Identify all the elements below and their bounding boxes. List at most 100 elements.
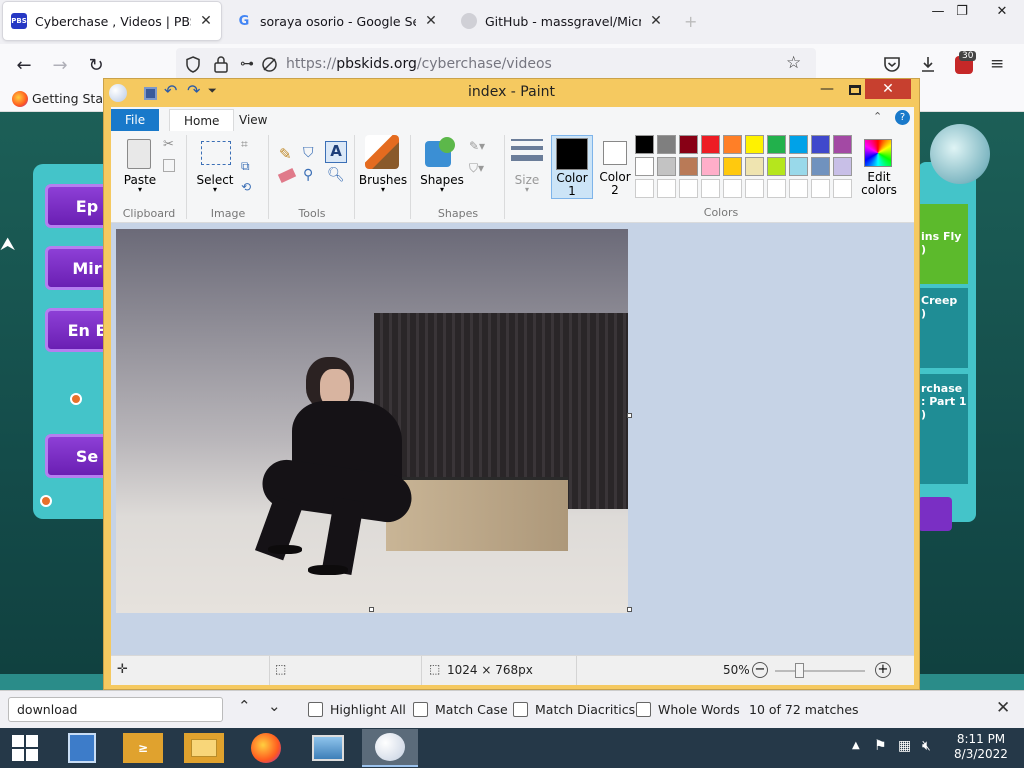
lock-icon[interactable] <box>214 55 228 73</box>
palette-swatch[interactable] <box>767 157 786 176</box>
paint-maximize-icon[interactable] <box>849 85 861 95</box>
color2-button[interactable]: Color 2 <box>595 135 637 199</box>
palette-swatch[interactable] <box>723 179 742 198</box>
close-find-bar-icon[interactable]: ✕ <box>996 698 1010 718</box>
taskbar-firefox[interactable] <box>238 729 294 767</box>
palette-swatch[interactable] <box>723 135 742 154</box>
find-previous-icon[interactable]: ⌃ <box>238 697 251 715</box>
palette-swatch[interactable] <box>657 135 676 154</box>
fill-icon[interactable]: ⛉▾ <box>469 161 484 176</box>
match-diacritics-checkbox[interactable]: Match Diacritics <box>513 702 635 717</box>
palette-swatch[interactable] <box>789 135 808 154</box>
copy-icon[interactable] <box>163 159 175 172</box>
magnifier-icon[interactable]: 🔍︎ <box>327 167 345 183</box>
help-icon[interactable]: ? <box>895 110 910 125</box>
highlight-all-checkbox[interactable]: Highlight All <box>308 702 406 717</box>
palette-swatch[interactable] <box>811 179 830 198</box>
video-card-title[interactable]: rchase : Part 1 ) <box>918 374 968 484</box>
palette-swatch[interactable] <box>745 135 764 154</box>
tab-github[interactable]: GitHub - massgravel/Microsoft- ✕ <box>453 2 671 40</box>
taskbar-server-manager[interactable] <box>54 729 110 767</box>
palette-swatch[interactable] <box>767 179 786 198</box>
action-center-flag-icon[interactable]: ⚑ <box>874 738 887 754</box>
permissions-icon[interactable]: ⊶ <box>240 56 254 72</box>
video-card-title[interactable]: ins Fly ) <box>918 204 968 284</box>
network-icon[interactable]: ▦ <box>898 738 911 754</box>
menu-icon[interactable]: ≡ <box>990 54 1004 74</box>
zoom-in-icon[interactable]: + <box>875 662 891 678</box>
outline-icon[interactable]: ✎▾ <box>469 139 485 153</box>
forward-arrow-icon[interactable]: → <box>47 52 73 78</box>
downloads-icon[interactable] <box>919 55 937 73</box>
palette-swatch[interactable] <box>833 179 852 198</box>
size-button[interactable]: Size ▾ <box>505 131 549 223</box>
volume-muted-icon[interactable]: 🔇︎ <box>922 738 931 754</box>
palette-swatch[interactable] <box>745 157 764 176</box>
select-button[interactable]: Select ▾ <box>193 135 237 197</box>
resize-handle[interactable] <box>627 607 632 612</box>
palette-swatch[interactable] <box>767 135 786 154</box>
color1-button[interactable]: Color 1 <box>551 135 593 199</box>
palette-swatch[interactable] <box>635 135 654 154</box>
palette-swatch[interactable] <box>679 179 698 198</box>
palette-swatch[interactable] <box>811 135 830 154</box>
resize-icon[interactable]: ⧉ <box>241 159 250 174</box>
show-hidden-icons-icon[interactable]: ▲ <box>852 740 860 751</box>
eraser-icon[interactable] <box>277 168 297 183</box>
palette-swatch[interactable] <box>833 135 852 154</box>
shield-icon[interactable] <box>185 56 201 73</box>
find-next-icon[interactable]: ⌄ <box>268 697 281 715</box>
url-text[interactable]: https://pbskids.org/cyberchase/videos <box>286 56 552 72</box>
palette-swatch[interactable] <box>657 179 676 198</box>
close-tab-icon[interactable]: ✕ <box>424 13 438 29</box>
shapes-button[interactable]: Shapes ▾ <box>417 135 467 197</box>
clock[interactable]: 8:11 PM 8/3/2022 <box>950 732 1012 762</box>
new-tab-icon[interactable]: + <box>684 12 697 31</box>
palette-swatch[interactable] <box>789 157 808 176</box>
palette-swatch[interactable] <box>635 157 654 176</box>
paint-minimize-icon[interactable]: — <box>820 81 834 97</box>
paint-close-icon[interactable]: ✕ <box>865 79 911 99</box>
tab-file[interactable]: File <box>111 109 160 131</box>
pocket-icon[interactable] <box>883 56 901 73</box>
palette-swatch[interactable] <box>679 135 698 154</box>
resize-handle[interactable] <box>369 607 374 612</box>
bookmark-star-icon[interactable]: ☆ <box>786 53 801 73</box>
tracking-blocked-icon[interactable] <box>261 56 278 73</box>
next-page-button[interactable] <box>918 497 952 531</box>
reload-icon[interactable]: ↻ <box>83 52 109 78</box>
zoom-slider-thumb[interactable] <box>795 663 804 678</box>
paste-button[interactable]: Paste ▾ <box>119 135 165 199</box>
zoom-slider[interactable] <box>775 670 865 672</box>
taskbar-powershell[interactable]: ≥ <box>115 729 171 767</box>
match-case-checkbox[interactable]: Match Case <box>413 702 508 717</box>
canvas-area[interactable] <box>111 223 914 655</box>
palette-swatch[interactable] <box>635 179 654 198</box>
palette-swatch[interactable] <box>701 157 720 176</box>
tab-view[interactable]: View <box>225 109 281 131</box>
tab-google-search[interactable]: G soraya osorio - Google Search ✕ <box>228 2 446 40</box>
tab-pbs-kids[interactable]: PBS Cyberchase , Videos | PBS KIDS ✕ <box>3 2 221 40</box>
zoom-out-icon[interactable]: − <box>752 662 768 678</box>
collapse-ribbon-icon[interactable]: ⌃ <box>873 110 882 123</box>
palette-swatch[interactable] <box>811 157 830 176</box>
url-bar[interactable]: ⊶ https://pbskids.org/cyberchase/videos … <box>176 48 816 81</box>
palette-swatch[interactable] <box>723 157 742 176</box>
pencil-icon[interactable]: ✎ <box>279 145 292 163</box>
palette-swatch[interactable] <box>679 157 698 176</box>
crop-icon[interactable]: ⌗ <box>241 137 248 152</box>
close-tab-icon[interactable]: ✕ <box>649 13 663 29</box>
restore-icon[interactable]: ❐ <box>946 0 978 22</box>
back-arrow-icon[interactable]: ← <box>11 52 37 78</box>
text-tool-icon[interactable]: A <box>325 141 347 163</box>
palette-swatch[interactable] <box>745 179 764 198</box>
palette-swatch[interactable] <box>833 157 852 176</box>
rotate-icon[interactable]: ⟲ <box>241 180 251 194</box>
video-card-title[interactable]: Creep ) <box>918 288 968 368</box>
find-input[interactable]: download <box>8 697 223 722</box>
taskbar-photos[interactable] <box>300 729 356 767</box>
close-window-icon[interactable]: ✕ <box>986 0 1018 22</box>
taskbar-paint[interactable] <box>362 729 418 767</box>
start-button[interactable] <box>0 729 50 767</box>
fill-bucket-icon[interactable]: ⛉ <box>303 145 314 161</box>
